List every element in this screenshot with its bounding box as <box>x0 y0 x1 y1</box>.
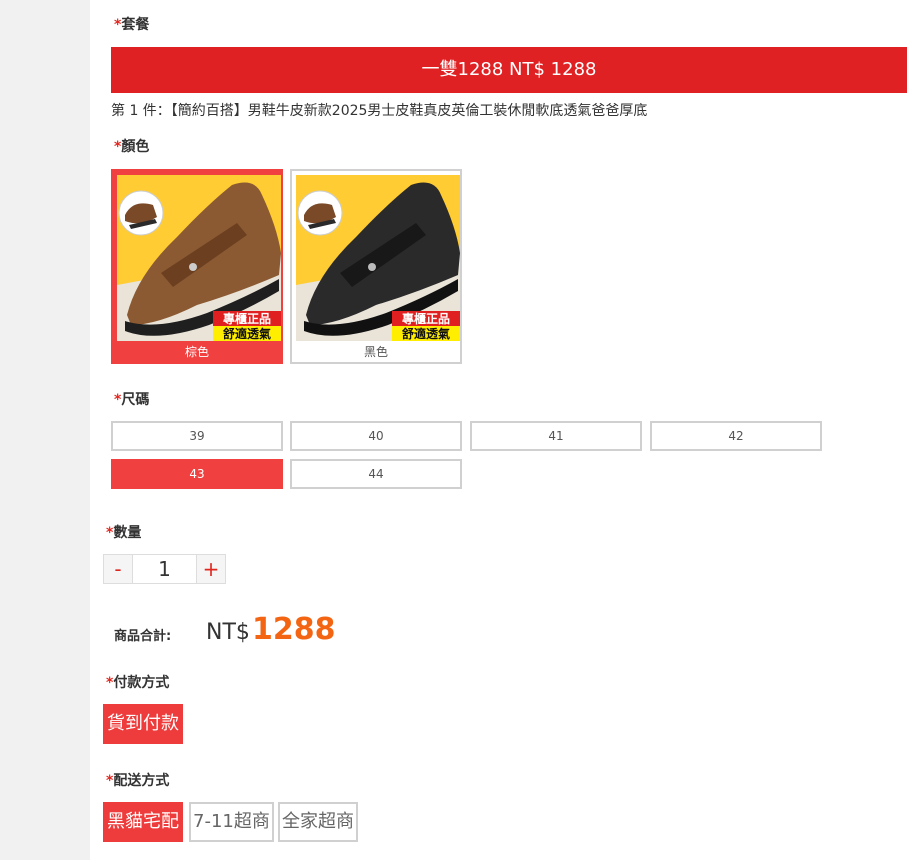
color-option-label: 黑色 <box>363 345 388 359</box>
quantity-label: *數量 <box>106 525 142 541</box>
payment-label: *付款方式 <box>106 675 170 691</box>
black-shoe-image: 專櫃正品 舒適透氣 <box>296 175 460 341</box>
size-option-43[interactable]: 43 <box>111 459 283 489</box>
total-amount: 1288 <box>252 612 336 647</box>
color-option-brown[interactable]: 專櫃正品 舒適透氣 棕色 <box>111 169 283 364</box>
quantity-increment-button[interactable]: + <box>196 554 226 584</box>
package-label: *套餐 <box>114 17 150 33</box>
svg-text:專櫃正品: 專櫃正品 <box>223 311 271 326</box>
svg-text:專櫃正品: 專櫃正品 <box>402 311 450 326</box>
size-label: *尺碼 <box>114 392 150 408</box>
svg-text:舒適透氣: 舒適透氣 <box>401 326 450 341</box>
size-option-40[interactable]: 40 <box>290 421 462 451</box>
shipping-option-family-mart[interactable]: 全家超商 <box>278 802 358 842</box>
size-option-42[interactable]: 42 <box>650 421 822 451</box>
brown-shoe-image: 專櫃正品 舒適透氣 <box>117 175 281 341</box>
color-option-black[interactable]: 專櫃正品 舒適透氣 黑色 <box>290 169 462 364</box>
size-option-41[interactable]: 41 <box>470 421 642 451</box>
shipping-label: *配送方式 <box>106 773 170 789</box>
shipping-option-711[interactable]: 7-11超商 <box>189 802 274 842</box>
quantity-stepper: - 1 + <box>103 554 226 584</box>
payment-option-cod[interactable]: 貨到付款 <box>103 704 183 744</box>
total-currency: NT$ <box>206 620 250 645</box>
size-option-39[interactable]: 39 <box>111 421 283 451</box>
quantity-input[interactable]: 1 <box>133 554 196 584</box>
package-description: 第 1 件：【簡約百搭】男鞋牛皮新款2025男士皮鞋真皮英倫工裝休閒軟底透氣爸爸… <box>111 103 648 119</box>
size-option-44[interactable]: 44 <box>290 459 462 489</box>
package-option-button[interactable]: 一雙1288 NT$ 1288 <box>111 47 907 93</box>
shipping-option-black-cat[interactable]: 黑貓宅配 <box>103 802 183 842</box>
svg-text:舒適透氣: 舒適透氣 <box>222 326 271 341</box>
color-label: *顏色 <box>114 139 150 155</box>
left-gutter <box>0 0 90 860</box>
color-option-label: 棕色 <box>184 345 209 359</box>
quantity-decrement-button[interactable]: - <box>103 554 133 584</box>
total-label: 商品合計: <box>114 629 172 644</box>
